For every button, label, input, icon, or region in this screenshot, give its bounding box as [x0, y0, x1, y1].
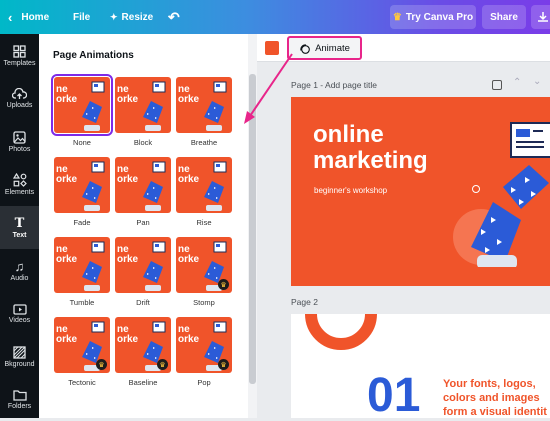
thumb-illustration [82, 81, 105, 131]
arc-graphic [305, 314, 377, 350]
pro-crown-icon: ♛ [218, 359, 229, 370]
animation-thumb-pan[interactable]: ne orke [115, 157, 171, 213]
animation-thumb-breathe[interactable]: ne orke [176, 77, 232, 133]
undo-icon[interactable]: ↶ [168, 0, 180, 34]
rail-item-elements[interactable]: Elements [0, 163, 39, 206]
rail-item-photos[interactable]: Photos [0, 120, 39, 163]
animation-thumb-drift[interactable]: ne orke [115, 237, 171, 293]
rail-label: Audio [10, 274, 29, 282]
crown-icon: ♛ [392, 11, 402, 23]
animation-label: Breathe [190, 138, 218, 147]
try-canva-pro-label: Try Canva Pro [405, 11, 474, 23]
rail-item-text[interactable]: T Text [0, 206, 39, 249]
animation-label: Stomp [193, 298, 215, 307]
download-icon [538, 12, 548, 22]
shapes-icon [12, 173, 27, 187]
text-icon: T [14, 215, 25, 231]
home-label: Home [21, 11, 50, 23]
slide-subtitle[interactable]: beginner's workshop [314, 186, 387, 195]
page2-body-line1[interactable]: Your fonts, logos, [443, 378, 536, 390]
annotation-arrow [244, 53, 293, 124]
page1-canvas[interactable]: online marketing beginner's workshop [291, 97, 550, 286]
chevron-left-icon: ‹ [8, 9, 13, 25]
page2-canvas[interactable]: 01 Your fonts, logos, colors and images … [291, 314, 550, 418]
rail-label: Text [12, 231, 27, 239]
animation-thumb-fade[interactable]: ne orke [54, 157, 110, 213]
image-icon [13, 130, 26, 144]
rail-label: Photos [8, 145, 31, 153]
animation-label: None [73, 138, 91, 147]
rail-item-folders[interactable]: Folders [0, 378, 39, 421]
animations-panel: Page Animations ne orke None ne orke Block n… [39, 34, 257, 418]
video-icon [12, 304, 27, 315]
home-button[interactable]: ‹ Home [8, 0, 49, 34]
file-menu[interactable]: File [73, 0, 90, 34]
rail-label: Templates [3, 59, 36, 67]
animation-thumb-baseline[interactable]: ne orke ♛ [115, 317, 171, 373]
page2-header: Page 2 [291, 297, 318, 307]
thumb-illustration [143, 81, 166, 131]
animation-label: Pan [136, 218, 150, 227]
animation-thumb-block[interactable]: ne orke [115, 77, 171, 133]
folder-icon [12, 390, 27, 401]
animation-label: Block [133, 138, 153, 147]
animation-label: Rise [196, 218, 212, 227]
animation-label: Tectonic [68, 378, 96, 387]
animation-label: Drift [136, 298, 150, 307]
rail-item-uploads[interactable]: Uploads [0, 77, 39, 120]
page2-body-line2[interactable]: colors and images [443, 392, 540, 404]
rail-item-audio[interactable]: ♫ Audio [0, 249, 39, 292]
animation-thumb-rise[interactable]: ne orke [176, 157, 232, 213]
pro-crown-icon: ♛ [96, 359, 107, 370]
top-bar: ‹ Home File ✦ Resize ↶ ♛ Try Canva Pro S… [0, 0, 550, 34]
pro-crown-icon: ♛ [157, 359, 168, 370]
sparkle-icon: ✦ [110, 11, 118, 22]
resize-label: Resize [121, 11, 154, 23]
thumb-illustration [204, 161, 227, 211]
animation-thumb-none[interactable]: ne orke [51, 74, 113, 136]
rail-label: Videos [8, 317, 31, 324]
cloud-upload-icon [12, 88, 27, 99]
grid-icon [13, 44, 26, 58]
rail-label: Folders [7, 403, 32, 410]
animation-label: Fade [73, 218, 91, 227]
animation-label: Baseline [128, 378, 158, 387]
pro-crown-icon: ♛ [218, 279, 229, 290]
rail-label: Bkground [4, 360, 35, 368]
resize-button[interactable]: ✦ Resize [110, 0, 153, 34]
slide-title-line1[interactable]: online [313, 123, 384, 147]
pattern-icon [13, 345, 26, 359]
rail-item-videos[interactable]: Videos [0, 292, 39, 335]
thumb-illustration [204, 81, 227, 131]
music-icon: ♫ [14, 258, 25, 274]
rail-item-templates[interactable]: Templates [0, 34, 39, 77]
share-button[interactable]: Share [482, 5, 526, 29]
animation-thumb-tectonic[interactable]: ne orke ♛ [54, 317, 110, 373]
animate-label: Animate [315, 42, 350, 54]
laptop-person-illustration [453, 122, 550, 267]
slide-title-line2[interactable]: marketing [313, 149, 428, 173]
thumb-illustration [82, 241, 105, 291]
chevron-down-icon[interactable]: ⌄ [533, 76, 541, 87]
animation-thumb-pop[interactable]: ne orke ♛ [176, 317, 232, 373]
rail-label: Elements [4, 189, 35, 196]
thumb-illustration [143, 161, 166, 211]
side-rail: Templates Uploads Photos Elements T Text… [0, 34, 39, 418]
chevron-up-icon[interactable]: ⌃ [513, 77, 521, 88]
try-canva-pro-button[interactable]: ♛ Try Canva Pro [390, 5, 476, 29]
section-number[interactable]: 01 [367, 372, 420, 419]
page2-body-line3[interactable]: form a visual identit [443, 406, 547, 418]
thumb-illustration [82, 161, 105, 211]
animation-thumb-tumble[interactable]: ne orke [54, 237, 110, 293]
page-notes-icon[interactable] [492, 80, 502, 90]
download-button[interactable] [531, 5, 550, 29]
thumb-illustration [143, 241, 166, 291]
rail-item-bkground[interactable]: Bkground [0, 335, 39, 378]
panel-title: Page Animations [53, 50, 134, 61]
animation-label: Tumble [69, 298, 95, 307]
animation-thumb-stomp[interactable]: ne orke ♛ [176, 237, 232, 293]
rail-label: Uploads [6, 102, 33, 109]
animation-label: Pop [197, 378, 211, 387]
